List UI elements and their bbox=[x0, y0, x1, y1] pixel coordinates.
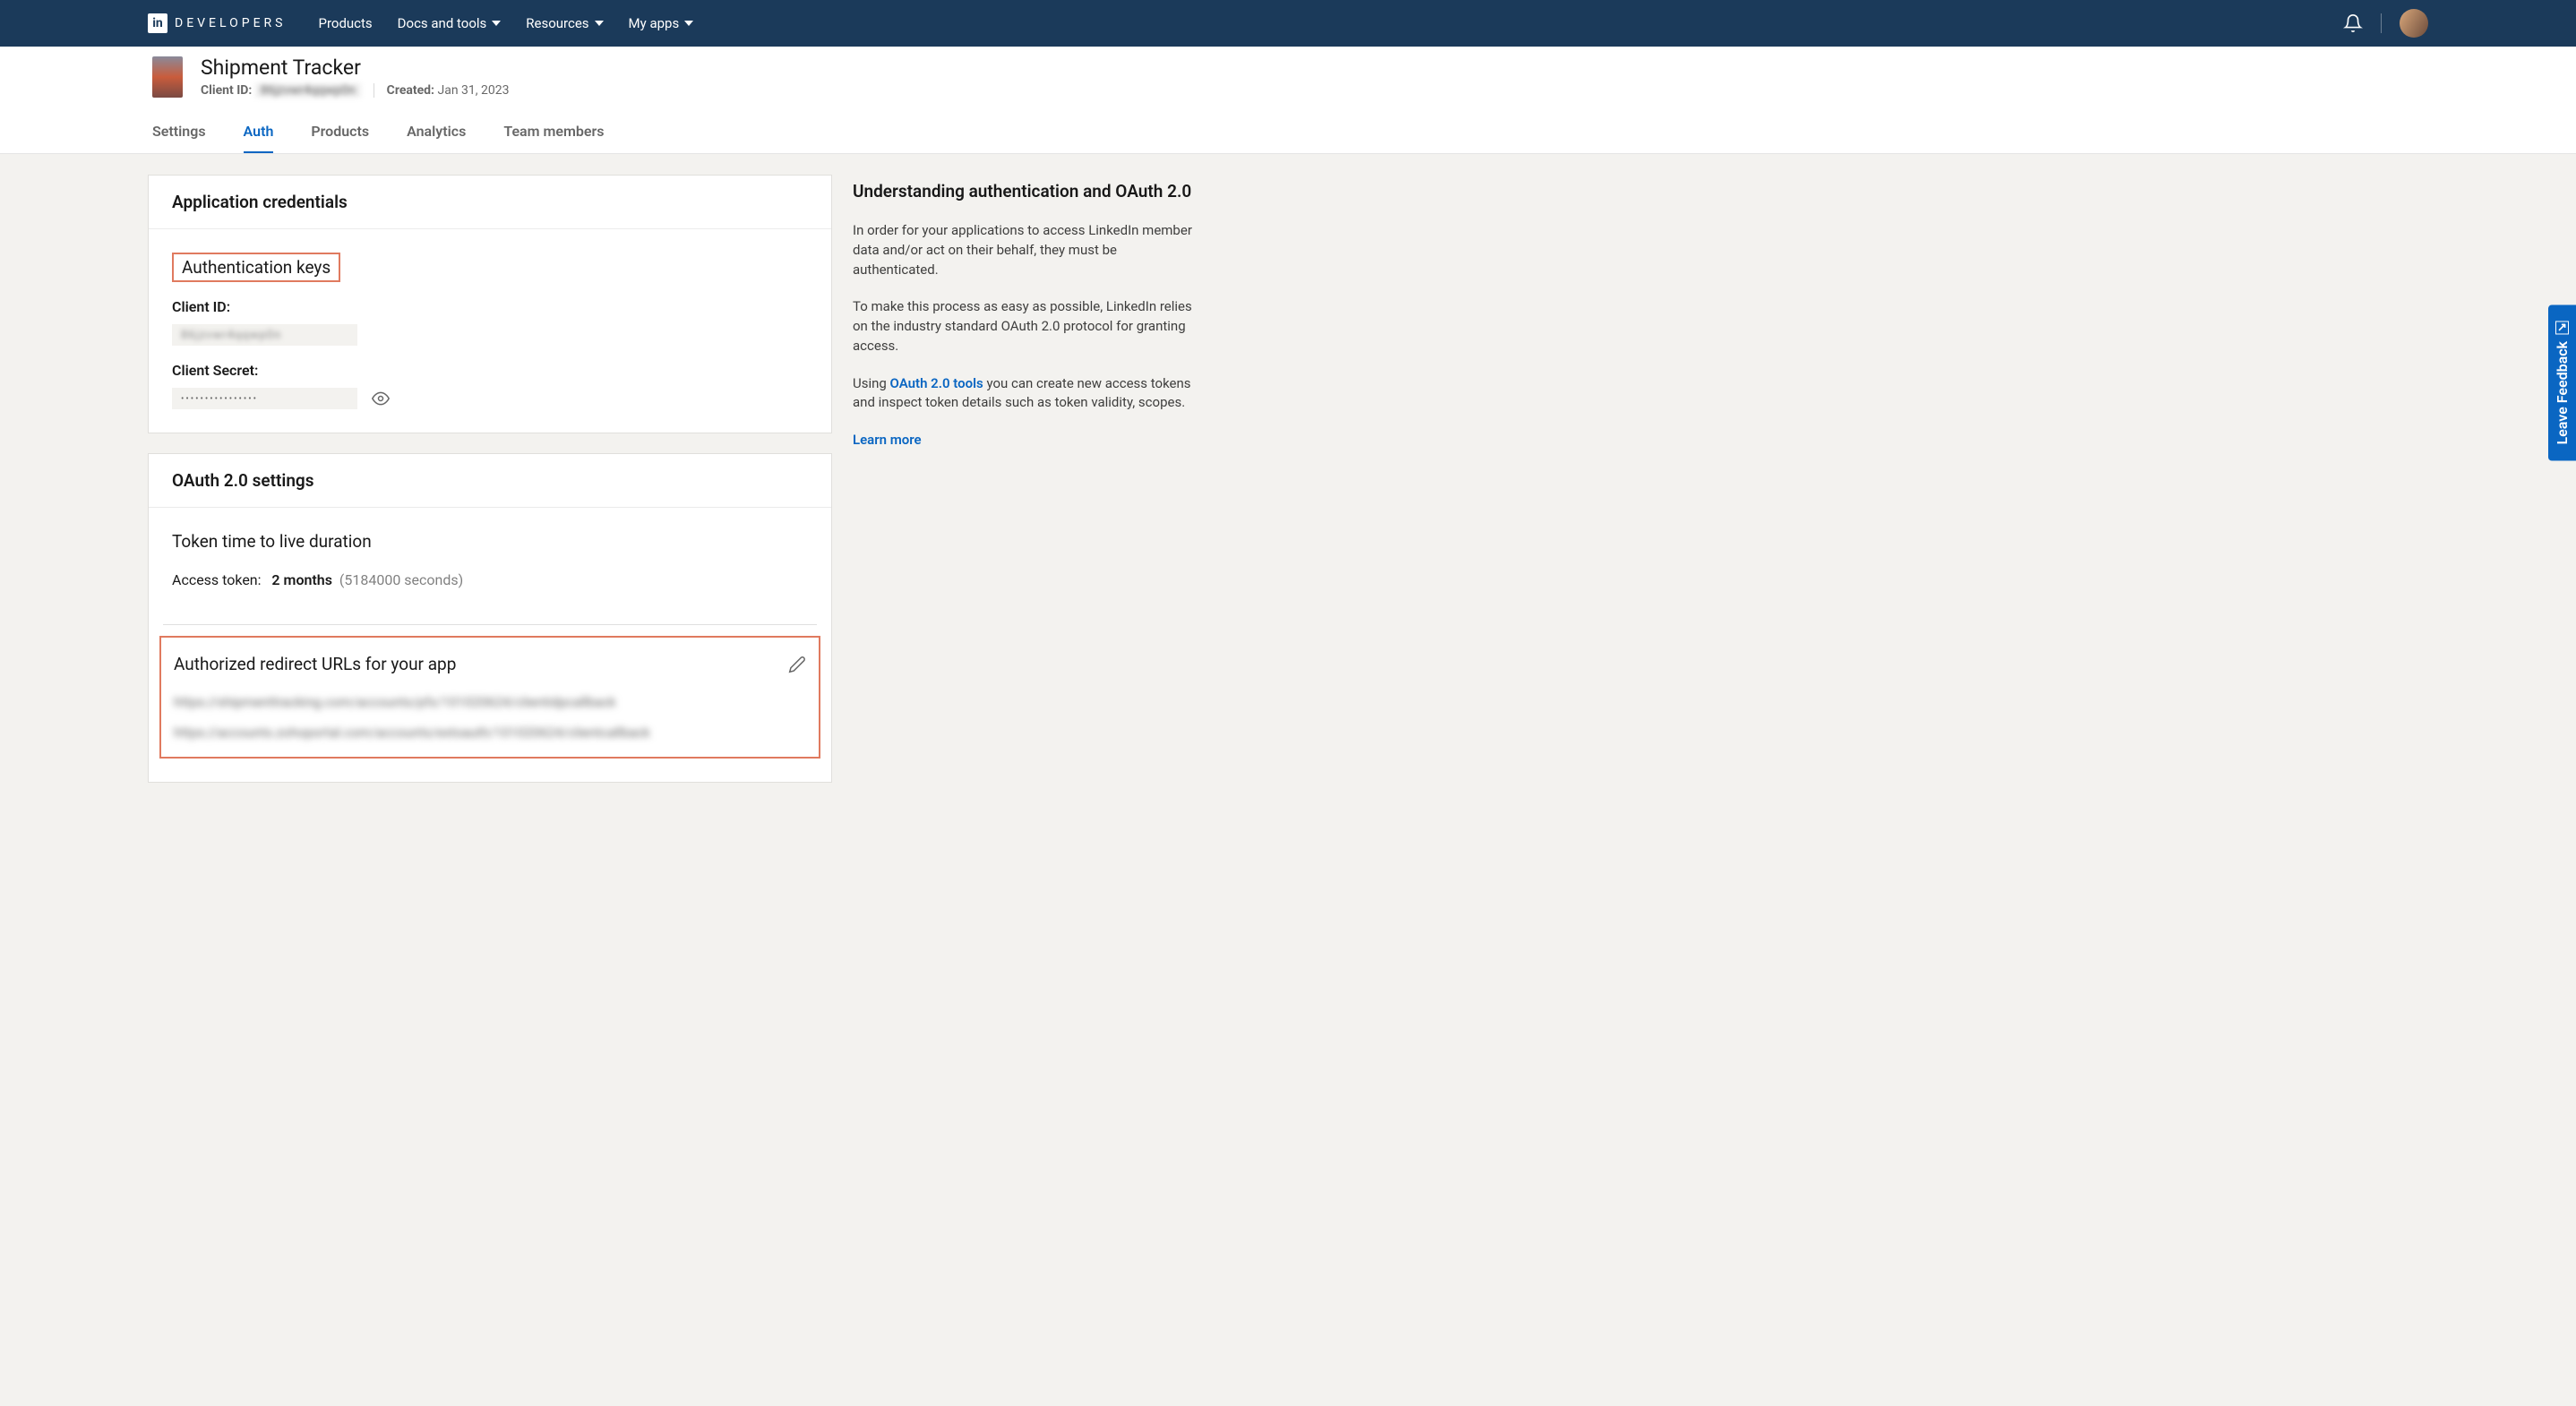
tab-team[interactable]: Team members bbox=[503, 123, 604, 153]
info-p2: To make this process as easy as possible… bbox=[853, 297, 1204, 356]
info-p1: In order for your applications to access… bbox=[853, 221, 1204, 279]
tab-products[interactable]: Products bbox=[311, 123, 369, 153]
linkedin-icon: in bbox=[148, 13, 167, 33]
oauth-card: OAuth 2.0 settings Token time to live du… bbox=[149, 454, 831, 782]
avatar[interactable] bbox=[2400, 9, 2428, 38]
client-id-label: Client ID: bbox=[172, 298, 808, 315]
credentials-card: Application credentials Authentication k… bbox=[149, 176, 831, 433]
client-secret-label: Client Secret: bbox=[172, 362, 808, 379]
redirect-url: https://shipmenttracking.com/accounts/pf… bbox=[174, 694, 806, 710]
redirect-url: https://accounts.zohoportal.com/accounts… bbox=[174, 724, 806, 741]
pencil-icon[interactable] bbox=[788, 656, 806, 673]
chevron-down-icon bbox=[492, 21, 501, 26]
logo[interactable]: in DEVELOPERS bbox=[148, 13, 286, 33]
ttl-line: Access token: 2 months (5184000 seconds) bbox=[172, 571, 808, 588]
info-title: Understanding authentication and OAuth 2… bbox=[853, 181, 1204, 201]
oauth-tools-link[interactable]: OAuth 2.0 tools bbox=[890, 375, 983, 391]
learn-more-link[interactable]: Learn more bbox=[853, 432, 922, 448]
divider bbox=[2381, 13, 2382, 33]
chevron-down-icon bbox=[684, 21, 693, 26]
main: Application credentials Authentication k… bbox=[0, 154, 2576, 803]
top-nav: in DEVELOPERS Products Docs and tools Re… bbox=[0, 0, 2576, 47]
credentials-title: Application credentials bbox=[149, 176, 831, 229]
redirect-title: Authorized redirect URLs for your app bbox=[174, 654, 456, 674]
nav-myapps[interactable]: My apps bbox=[629, 15, 694, 31]
feedback-button[interactable]: Leave Feedback ↗ bbox=[2548, 304, 2576, 460]
tab-settings[interactable]: Settings bbox=[152, 123, 206, 153]
info-sidebar: Understanding authentication and OAuth 2… bbox=[853, 176, 1204, 782]
redirect-urls-section: Authorized redirect URLs for your app ht… bbox=[159, 636, 820, 759]
bell-icon[interactable] bbox=[2343, 13, 2363, 33]
info-p3: Using OAuth 2.0 tools you can create new… bbox=[853, 374, 1204, 414]
app-title: Shipment Tracker bbox=[201, 56, 509, 80]
nav-resources[interactable]: Resources bbox=[526, 15, 603, 31]
external-icon: ↗ bbox=[2555, 321, 2569, 334]
chevron-down-icon bbox=[595, 21, 604, 26]
app-icon bbox=[152, 56, 183, 98]
oauth-title: OAuth 2.0 settings bbox=[149, 454, 831, 508]
client-id-value: 86jzvwr4qqwp0n bbox=[255, 83, 361, 98]
client-id-field: 86jzvwr4qqwp0n bbox=[172, 324, 357, 346]
auth-keys-heading: Authentication keys bbox=[172, 253, 340, 282]
logo-text: DEVELOPERS bbox=[175, 16, 286, 30]
nav-products[interactable]: Products bbox=[318, 15, 372, 31]
nav-docs[interactable]: Docs and tools bbox=[398, 15, 502, 31]
ttl-title: Token time to live duration bbox=[172, 531, 808, 552]
tab-auth[interactable]: Auth bbox=[244, 123, 274, 153]
tab-analytics[interactable]: Analytics bbox=[407, 123, 466, 153]
app-header: Shipment Tracker Client ID: 86jzvwr4qqwp… bbox=[0, 47, 2576, 154]
tabs: Settings Auth Products Analytics Team me… bbox=[152, 123, 2424, 153]
eye-icon[interactable] bbox=[372, 390, 390, 407]
client-secret-field: •••••••••••••••• bbox=[172, 388, 357, 409]
nav-items: Products Docs and tools Resources My app… bbox=[318, 15, 693, 31]
